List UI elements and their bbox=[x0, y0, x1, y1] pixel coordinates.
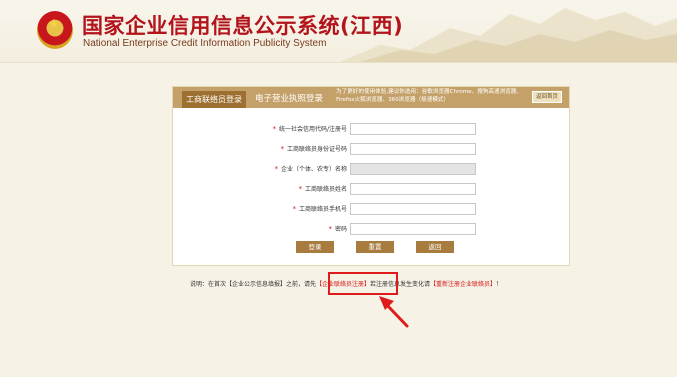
field-label: * 工商联络员身份证号码 bbox=[280, 145, 347, 153]
form-row-liaison-name: * 工商联络员姓名 bbox=[173, 183, 569, 195]
note-prefix: 说明：在首次【企业公示信息填报】之前，请先 bbox=[190, 281, 317, 288]
browser-tip: 为了更好的使用体验,建议你选用：谷歌浏览器Chrome、搜狗高速浏览器、Fire… bbox=[336, 89, 522, 103]
note-suffix: ！ bbox=[496, 281, 503, 288]
form-row-id-number: * 工商联络员身份证号码 bbox=[173, 143, 569, 155]
required-star: * bbox=[328, 225, 332, 233]
back-home-button[interactable]: 返回首页 bbox=[532, 91, 562, 103]
field-label: * 工商联络员姓名 bbox=[298, 185, 347, 193]
credit-code-input[interactable] bbox=[350, 123, 476, 135]
liaison-name-input[interactable] bbox=[350, 183, 476, 195]
tab-bar: 工商联络员登录 电子营业执照登录 为了更好的使用体验,建议你选用：谷歌浏览器Ch… bbox=[173, 87, 569, 108]
login-panel: 工商联络员登录 电子营业执照登录 为了更好的使用体验,建议你选用：谷歌浏览器Ch… bbox=[172, 86, 570, 266]
required-star: * bbox=[272, 125, 276, 133]
required-star: * bbox=[298, 185, 302, 193]
login-button[interactable]: 登录 bbox=[296, 241, 334, 253]
password-input[interactable] bbox=[350, 223, 476, 235]
form-row-company-name: * 企业（个体、农专）名称 bbox=[173, 163, 569, 175]
site-title: 国家企业信用信息公示系统(江西) bbox=[82, 14, 404, 38]
form-row-password: * 密码 bbox=[173, 223, 569, 235]
required-star: * bbox=[274, 165, 278, 173]
tab-liaison-login[interactable]: 工商联络员登录 bbox=[182, 91, 246, 108]
id-number-input[interactable] bbox=[350, 143, 476, 155]
form-row-phone: * 工商联络员手机号 bbox=[173, 203, 569, 215]
field-label: * 密码 bbox=[328, 225, 347, 233]
field-label: * 企业（个体、农专）名称 bbox=[274, 165, 347, 173]
required-star: * bbox=[280, 145, 284, 153]
required-star: * bbox=[292, 205, 296, 213]
header-divider bbox=[0, 62, 677, 63]
company-name-input bbox=[350, 163, 476, 175]
reset-button[interactable]: 重置 bbox=[356, 241, 394, 253]
phone-input[interactable] bbox=[350, 203, 476, 215]
form-row-credit-code: * 统一社会信用代码/注册号 bbox=[173, 123, 569, 135]
site-header: 国家企业信用信息公示系统(江西) National Enterprise Cre… bbox=[0, 0, 677, 62]
tab-e-license-login[interactable]: 电子营业执照登录 bbox=[255, 91, 323, 108]
reregister-liaison-link[interactable]: 【重新注册企业联络员】 bbox=[430, 281, 496, 288]
site-subtitle: National Enterprise Credit Information P… bbox=[83, 38, 327, 49]
field-label: * 工商联络员手机号 bbox=[292, 205, 347, 213]
national-emblem-icon bbox=[37, 11, 73, 49]
annotation-arrow-icon bbox=[379, 296, 409, 328]
return-button[interactable]: 返回 bbox=[416, 241, 454, 253]
field-label: * 统一社会信用代码/注册号 bbox=[272, 125, 347, 133]
